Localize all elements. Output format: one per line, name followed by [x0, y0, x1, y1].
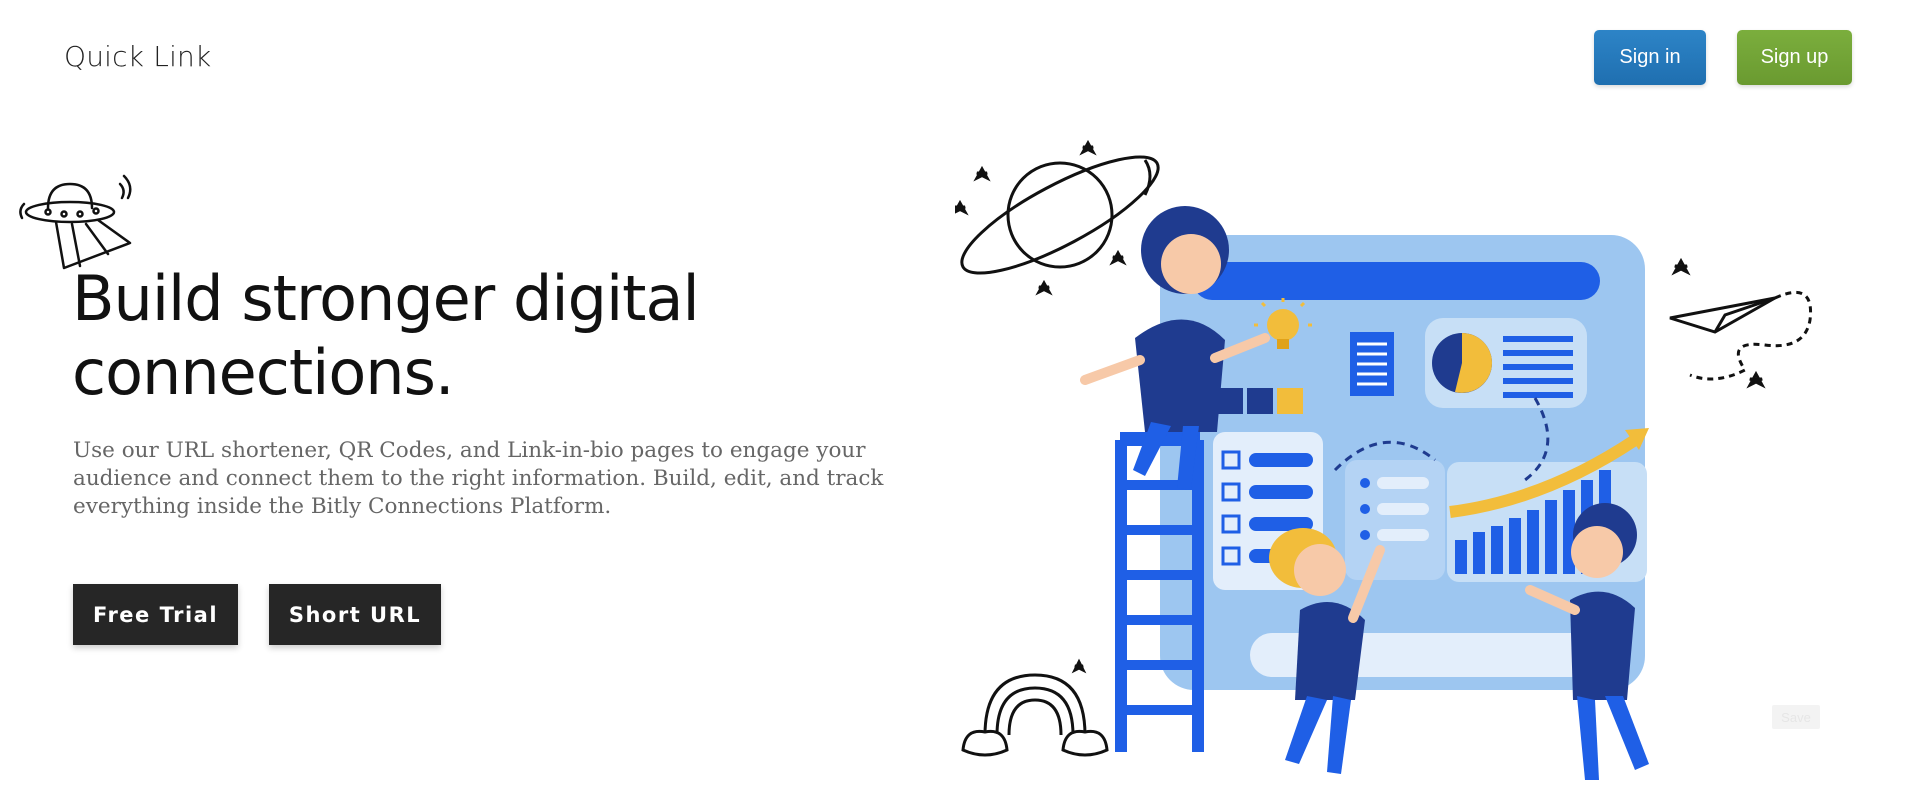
save-button[interactable]: Save — [1772, 705, 1820, 729]
hero-illustration — [955, 140, 1813, 780]
rainbow-icon — [961, 658, 1109, 757]
hero-title-line-1: Build stronger digital — [72, 262, 700, 335]
short-url-button[interactable]: Short URL — [269, 584, 441, 645]
paper-plane-icon — [1669, 257, 1813, 389]
free-trial-button[interactable]: Free Trial — [73, 584, 238, 645]
hero-title-line-2: connections. — [72, 336, 455, 409]
hero-description: Use our URL shortener, QR Codes, and Lin… — [73, 438, 884, 519]
hero-title: Build stronger digital connections. — [72, 262, 700, 410]
ufo-icon — [19, 174, 132, 270]
planet-icon — [955, 140, 1160, 296]
sign-up-button[interactable]: Sign up — [1737, 30, 1852, 85]
sign-in-button[interactable]: Sign in — [1594, 30, 1706, 85]
site-logo[interactable]: Quick Link — [64, 40, 211, 73]
